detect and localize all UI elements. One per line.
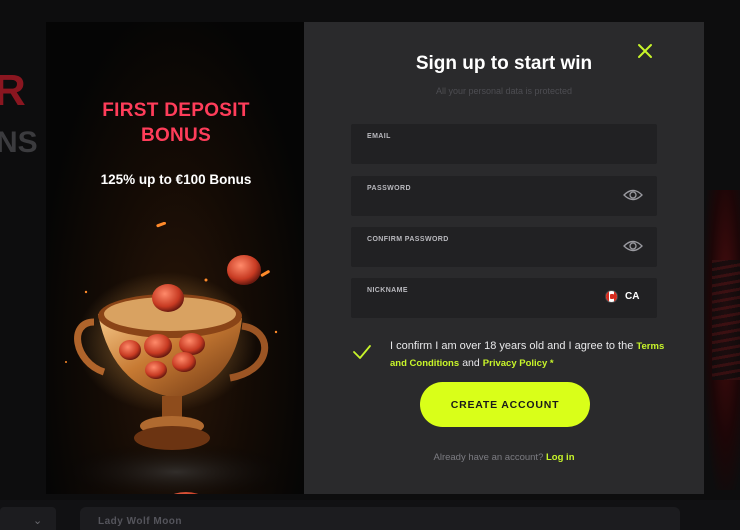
- canada-flag-icon: [605, 290, 618, 303]
- promo-subtitle: 125% up to €100 Bonus: [100, 172, 252, 187]
- login-prompt: Already have an account?: [433, 452, 544, 463]
- promo-title: FIRST DEPOSIT BONUS: [46, 98, 306, 148]
- nickname-label: NICKNAME: [367, 287, 408, 294]
- eye-icon[interactable]: [623, 187, 643, 203]
- email-field[interactable]: EMAIL: [351, 124, 657, 164]
- login-link[interactable]: Log in: [546, 452, 575, 463]
- background-dropdown[interactable]: [0, 507, 56, 530]
- background-text-fragment: NS: [0, 126, 38, 159]
- country-code: CA: [625, 291, 640, 302]
- modal-title: Sign up to start win: [415, 53, 593, 74]
- promo-panel: FIRST DEPOSIT BONUS 125% up to €100 Bonu…: [46, 22, 306, 494]
- chevron-down-icon: ⌄: [33, 515, 43, 527]
- login-prompt-row: Already have an account? Log in: [304, 452, 704, 463]
- email-label: EMAIL: [367, 133, 391, 140]
- agreement-text: I confirm I am over 18 years old and I a…: [390, 338, 670, 372]
- signup-modal: Sign up to start win All your personal d…: [304, 22, 704, 494]
- confirm-password-label: CONFIRM PASSWORD: [367, 236, 449, 243]
- trophy-with-chips-image: [56, 222, 296, 494]
- privacy-policy-link[interactable]: Privacy Policy *: [483, 358, 554, 369]
- modal-subtitle: All your personal data is protected: [435, 86, 573, 96]
- nickname-field[interactable]: NICKNAME CA: [351, 278, 657, 318]
- create-account-button[interactable]: CREATE ACCOUNT: [420, 382, 590, 427]
- agreement-checkbox-check-icon[interactable]: [352, 344, 372, 360]
- password-field[interactable]: PASSWORD: [351, 176, 657, 216]
- background-game-title: Lady Wolf Moon: [98, 516, 183, 527]
- eye-icon[interactable]: [623, 238, 643, 254]
- password-input[interactable]: [365, 195, 605, 211]
- screen: R NS ⌄ Lady Wolf Moon FIRST DEPOSIT BONU…: [0, 0, 740, 530]
- confirm-password-input[interactable]: [365, 246, 605, 262]
- background-logo-fragment: R: [0, 66, 28, 115]
- agreement-and: and: [462, 357, 480, 369]
- promo-title-text: FIRST DEPOSIT BONUS: [102, 100, 250, 146]
- email-input[interactable]: [365, 143, 605, 159]
- password-label: PASSWORD: [367, 185, 411, 192]
- confirm-password-field[interactable]: CONFIRM PASSWORD: [351, 227, 657, 267]
- background-game-art-stripes: [712, 260, 740, 380]
- agreement-statement: I confirm I am over 18 years old and I a…: [390, 340, 634, 352]
- nickname-input[interactable]: [365, 297, 585, 313]
- country-selector[interactable]: CA: [605, 290, 639, 303]
